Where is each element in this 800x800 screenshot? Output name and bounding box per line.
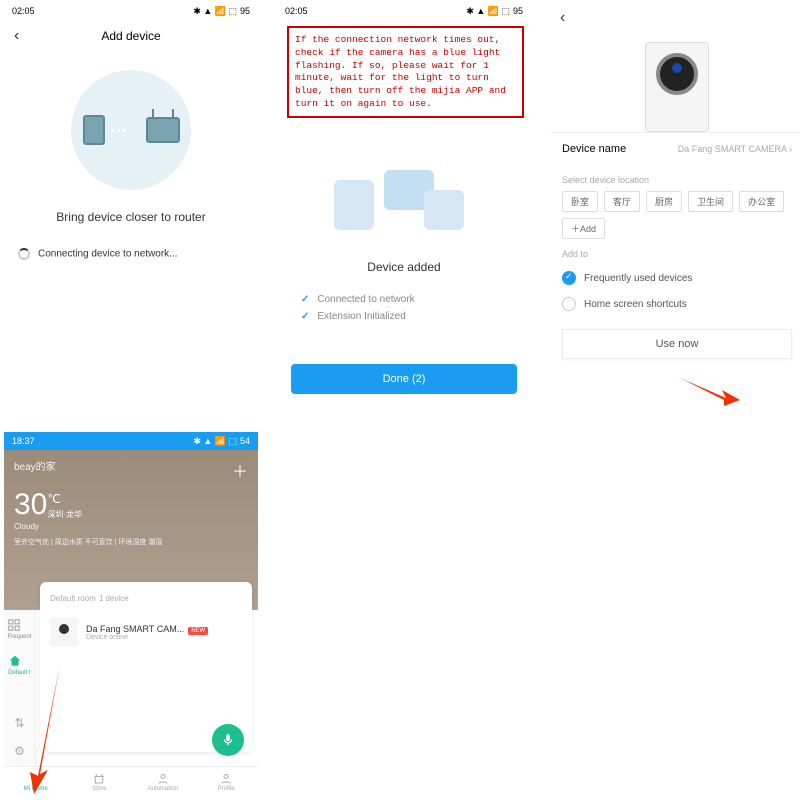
add-icon[interactable]: ＋ xyxy=(232,458,248,482)
status-icons: ✱ ▲ 📶 ⬚ 95 xyxy=(193,6,250,17)
room-chip-add[interactable]: ＋Add xyxy=(562,218,605,239)
use-now-button[interactable]: Use now xyxy=(562,329,792,359)
temperature: 30℃深圳·龙华 xyxy=(14,488,248,522)
status-bar: 18:37 ✱ ▲ 📶 ⬚ 54 xyxy=(4,432,258,450)
device-name-row[interactable]: Device name Da Fang SMART CAMERA › xyxy=(550,132,800,165)
camera-image xyxy=(645,42,709,132)
status-time: 02:05 xyxy=(12,6,35,16)
check-extension: Extension Initialized xyxy=(301,311,507,322)
screen-added: 02:05 ✱ ▲ 📶 ⬚ 95 ‹ Add device If the con… xyxy=(277,2,531,459)
device-name-label: Device name xyxy=(562,143,626,155)
side-sort-icon[interactable]: ⇅ xyxy=(14,716,24,730)
new-badge: NEW xyxy=(188,627,208,635)
room-chips: 卧室 客厅 厨房 卫生间 办公室 ＋Add xyxy=(550,191,800,239)
tab-bar: Mi Home Store Automation Profile xyxy=(4,766,258,798)
voice-fab[interactable] xyxy=(212,724,244,756)
side-settings-icon[interactable]: ⚙ xyxy=(14,744,25,758)
tab-automation[interactable]: Automation xyxy=(131,767,195,798)
weather: Cloudy xyxy=(14,522,248,531)
tab-mihome[interactable]: Mi Home xyxy=(4,767,68,798)
status-time: 02:05 xyxy=(285,6,308,16)
title-bar: ‹ xyxy=(550,2,800,34)
connecting-illustration xyxy=(71,70,191,190)
side-nav: Frequent Default r ⇅ ⚙ xyxy=(4,610,36,766)
screen-title: Add device xyxy=(101,29,160,43)
status-bar: 02:05 ✱ ▲ 📶 ⬚ 95 xyxy=(277,2,531,20)
room-chip[interactable]: 卧室 xyxy=(562,191,598,212)
check-network: Connected to network xyxy=(301,294,507,305)
status-line: Connecting device to network... xyxy=(18,248,244,260)
back-icon[interactable]: ‹ xyxy=(560,9,565,27)
warning-overlay: If the connection network times out, che… xyxy=(287,26,524,118)
status-icons: ✱ ▲ 📶 ⬚ 95 xyxy=(466,6,523,17)
add-to-label: Add to xyxy=(550,239,800,265)
screen-home: 18:37 ✱ ▲ 📶 ⬚ 54 beay的家 ＋ 30℃深圳·龙华 Cloudy… xyxy=(4,432,258,798)
device-status: Device online xyxy=(86,634,208,641)
room-title: Default room 1 device xyxy=(50,592,242,604)
opt-frequently-used[interactable]: Frequently used devices xyxy=(550,265,800,291)
device-row[interactable]: Da Fang SMART CAM...NEW Device online xyxy=(50,618,242,646)
dots-icon xyxy=(111,129,126,132)
status-bar: 02:05 ✱ ▲ 📶 ⬚ 95 xyxy=(4,2,258,20)
side-frequent[interactable]: Frequent xyxy=(7,618,31,640)
side-default[interactable]: Default r xyxy=(8,654,31,676)
radio-on-icon xyxy=(562,271,576,285)
opt-home-shortcut[interactable]: Home screen shortcuts xyxy=(550,291,800,317)
heading: Device added xyxy=(277,260,531,274)
screen-connecting: 02:05 ✱ ▲ 📶 ⬚ 95 ‹ Add device Bring devi… xyxy=(4,2,258,430)
status-icons: ✱ ▲ 📶 ⬚ 54 xyxy=(193,436,250,447)
device-icon xyxy=(83,115,105,145)
room-chip[interactable]: 卫生间 xyxy=(688,191,733,212)
home-name[interactable]: beay的家 xyxy=(14,458,56,482)
status-time: 18:37 xyxy=(12,436,35,446)
title-bar: ‹ Add device xyxy=(4,20,258,52)
radio-off-icon xyxy=(562,297,576,311)
device-thumb xyxy=(50,618,78,646)
success-illustration xyxy=(324,150,484,240)
location-label: Select device location xyxy=(550,165,800,191)
back-icon[interactable]: ‹ xyxy=(14,27,19,45)
router-icon xyxy=(146,117,180,143)
screen-configure: ‹ Device name Da Fang SMART CAMERA › Sel… xyxy=(550,2,800,452)
city: 深圳·龙华 xyxy=(47,510,82,519)
env-metrics: 室外空气优 | 周边水质 不可直饮 | 环境湿度 潮湿 xyxy=(14,537,248,547)
heading: Bring device closer to router xyxy=(4,210,258,224)
tab-profile[interactable]: Profile xyxy=(195,767,259,798)
room-chip[interactable]: 客厅 xyxy=(604,191,640,212)
room-chip[interactable]: 办公室 xyxy=(739,191,784,212)
tab-store[interactable]: Store xyxy=(68,767,132,798)
done-button[interactable]: Done (2) xyxy=(291,364,517,394)
spinner-icon xyxy=(18,248,30,260)
room-chip[interactable]: 厨房 xyxy=(646,191,682,212)
